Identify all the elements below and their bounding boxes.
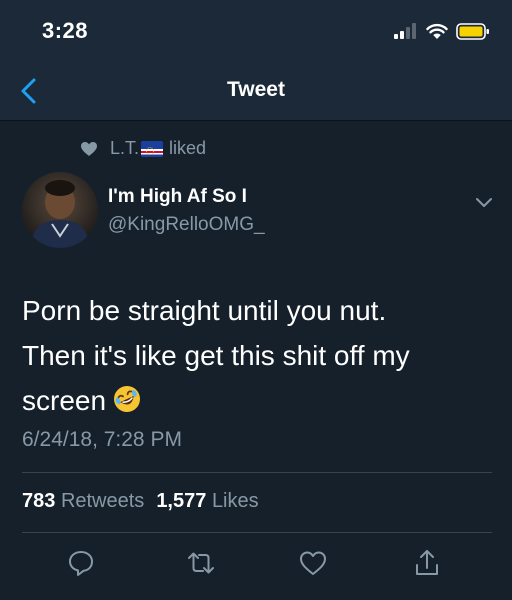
share-icon[interactable] bbox=[412, 548, 442, 578]
tweet-text-line-last: screen bbox=[22, 378, 492, 423]
retweet-icon[interactable] bbox=[186, 548, 216, 578]
social-context[interactable]: L.T. liked bbox=[80, 138, 206, 159]
tweet-text: Porn be straight until you nut. Then it'… bbox=[22, 288, 492, 423]
tweet-text-line-text: screen bbox=[22, 385, 107, 416]
rolling-on-floor-laughing-emoji-icon bbox=[114, 386, 141, 412]
status-bar: 3:28 bbox=[0, 0, 512, 62]
social-action: liked bbox=[169, 138, 207, 158]
status-time: 3:28 bbox=[42, 18, 89, 43]
tweet-stats: 783 Retweets 1,577 Likes bbox=[22, 490, 259, 513]
divider bbox=[22, 532, 492, 533]
likes-label: Likes bbox=[211, 490, 259, 512]
chevron-down-icon[interactable] bbox=[474, 196, 494, 210]
tweet-action-bar bbox=[0, 548, 512, 584]
wifi-icon bbox=[426, 23, 448, 39]
divider bbox=[22, 472, 492, 473]
tweet-text-line: Porn be straight until you nut. bbox=[22, 295, 387, 326]
avatar[interactable] bbox=[22, 172, 98, 248]
retweets-count: 783 bbox=[22, 490, 56, 512]
liker-name: L.T. bbox=[110, 138, 140, 158]
status-icons bbox=[394, 20, 490, 42]
signal-icon bbox=[394, 23, 416, 39]
author-handle[interactable]: @KingRelloOMG_ bbox=[108, 214, 265, 236]
likes-stat[interactable]: 1,577 Likes bbox=[156, 490, 258, 513]
reply-icon[interactable] bbox=[66, 548, 96, 578]
flag-icon bbox=[141, 140, 164, 157]
tweet-timestamp: 6/24/18, 7:28 PM bbox=[22, 428, 182, 451]
page-title: Tweet bbox=[227, 78, 285, 101]
likes-count: 1,577 bbox=[156, 490, 207, 512]
navigation-bar: Tweet bbox=[0, 62, 512, 121]
retweets-label: Retweets bbox=[60, 490, 145, 512]
retweets-stat[interactable]: 783 Retweets bbox=[22, 490, 144, 513]
like-icon[interactable] bbox=[298, 548, 328, 578]
heart-icon bbox=[81, 141, 97, 156]
author-display-name[interactable]: I'm High Af So I bbox=[108, 186, 247, 208]
battery-icon bbox=[456, 22, 489, 40]
tweet-text-line: Then it's like get this shit off my bbox=[22, 340, 410, 371]
